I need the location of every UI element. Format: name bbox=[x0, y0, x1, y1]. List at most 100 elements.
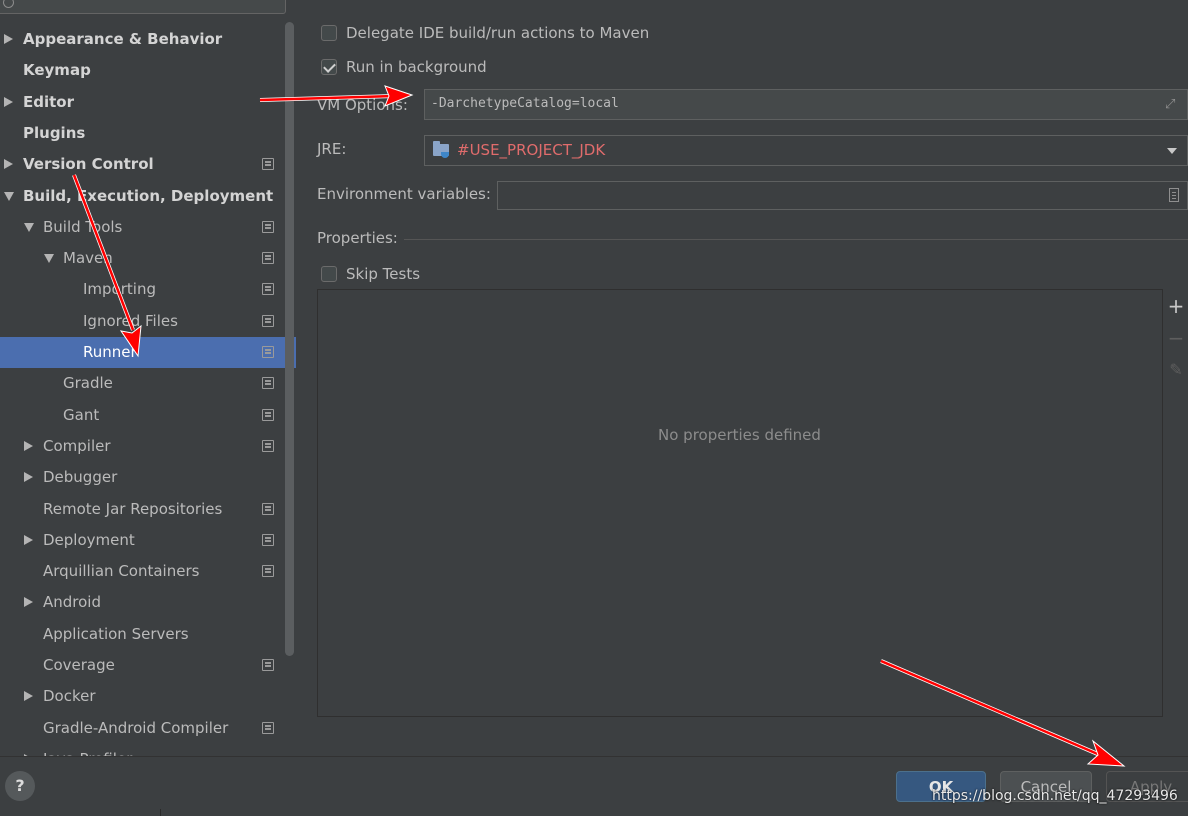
sidebar-item-label: Build Tools bbox=[43, 218, 123, 236]
settings-search-input[interactable] bbox=[0, 0, 286, 14]
pencil-icon[interactable]: ✎ bbox=[1167, 361, 1185, 379]
settings-sidebar: Appearance & Behavior Keymap Editor Plugins… bbox=[0, 0, 296, 756]
vm-options-input[interactable]: -DarchetypeCatalog=local ⤢ bbox=[424, 89, 1188, 120]
search-icon bbox=[3, 0, 14, 8]
document-icon[interactable] bbox=[1169, 188, 1179, 202]
sidebar-item[interactable]: Application Servers bbox=[0, 619, 296, 650]
sidebar-item[interactable]: Gant bbox=[0, 400, 296, 431]
sidebar-item[interactable]: Android bbox=[0, 587, 296, 618]
sidebar-item-label: Deployment bbox=[43, 531, 135, 549]
project-scope-icon bbox=[262, 283, 274, 295]
project-scope-icon bbox=[262, 722, 274, 734]
project-scope-icon bbox=[262, 534, 274, 546]
sidebar-item-label: Remote Jar Repositories bbox=[43, 500, 223, 518]
sidebar-item-label: Arquillian Containers bbox=[43, 562, 200, 580]
skip-tests-checkbox[interactable] bbox=[321, 266, 337, 282]
sidebar-item[interactable]: Deployment bbox=[0, 525, 296, 556]
sidebar-item-label: Application Servers bbox=[43, 625, 189, 643]
sidebar-item-label: Coverage bbox=[43, 656, 115, 674]
collapsed-arrow-icon[interactable] bbox=[24, 691, 33, 701]
sidebar-item[interactable]: Keymap bbox=[0, 55, 296, 86]
collapsed-arrow-icon[interactable] bbox=[4, 159, 13, 169]
sidebar-item[interactable]: Editor bbox=[0, 87, 296, 118]
collapsed-arrow-icon[interactable] bbox=[24, 441, 33, 451]
vm-options-label: VM Options: bbox=[317, 96, 408, 114]
sidebar-item[interactable]: Gradle bbox=[0, 368, 296, 399]
chevron-down-icon[interactable] bbox=[1167, 148, 1177, 154]
sidebar-item[interactable]: Arquillian Containers bbox=[0, 556, 296, 587]
sidebar-item[interactable]: Maven bbox=[0, 243, 296, 274]
project-scope-icon bbox=[262, 503, 274, 515]
help-button[interactable]: ? bbox=[5, 771, 35, 801]
sidebar-item-label: Ignored Files bbox=[83, 312, 178, 330]
sidebar-item-label: Importing bbox=[83, 280, 156, 298]
sidebar-item[interactable]: Importing bbox=[0, 274, 296, 305]
minus-icon[interactable]: − bbox=[1167, 328, 1185, 348]
properties-label: Properties: bbox=[317, 229, 398, 247]
expanded-arrow-icon[interactable] bbox=[4, 192, 14, 201]
sidebar-item-label: Version Control bbox=[23, 155, 154, 173]
project-scope-icon bbox=[262, 221, 274, 233]
sidebar-item[interactable]: Coverage bbox=[0, 650, 296, 681]
watermark-text: https://blog.csdn.net/qq_47293496 bbox=[932, 788, 1178, 804]
sidebar-item[interactable]: Plugins bbox=[0, 118, 296, 149]
properties-table[interactable] bbox=[317, 289, 1163, 717]
sidebar-item[interactable]: Remote Jar Repositories bbox=[0, 494, 296, 525]
sidebar-item-label: Build, Execution, Deployment bbox=[23, 187, 274, 205]
sidebar-item-label: Debugger bbox=[43, 468, 118, 486]
run-in-background-checkbox[interactable] bbox=[321, 59, 337, 75]
sidebar-item-label: Runner bbox=[83, 343, 137, 361]
sidebar-item-label: Keymap bbox=[23, 61, 91, 79]
delegate-checkbox[interactable] bbox=[321, 25, 337, 41]
run-in-background-label: Run in background bbox=[346, 58, 487, 76]
expanded-arrow-icon[interactable] bbox=[24, 223, 34, 232]
sidebar-item[interactable]: Compiler bbox=[0, 431, 296, 462]
env-variables-input[interactable] bbox=[497, 181, 1188, 210]
collapsed-arrow-icon[interactable] bbox=[4, 97, 13, 107]
jre-select[interactable]: #USE_PROJECT_JDK bbox=[424, 135, 1188, 166]
sidebar-item[interactable]: Docker bbox=[0, 681, 296, 712]
expand-icon[interactable]: ⤢ bbox=[1165, 98, 1179, 112]
vm-options-value: -DarchetypeCatalog=local bbox=[431, 96, 619, 111]
env-variables-label: Environment variables: bbox=[317, 185, 491, 203]
sidebar-scrollbar[interactable] bbox=[285, 22, 294, 656]
collapsed-arrow-icon[interactable] bbox=[24, 535, 33, 545]
runner-settings-panel: Delegate IDE build/run actions to Maven … bbox=[296, 0, 1188, 756]
project-scope-icon bbox=[262, 565, 274, 577]
sidebar-item[interactable]: Ignored Files bbox=[0, 306, 296, 337]
empty-properties-message: No properties defined bbox=[658, 426, 821, 444]
jre-value: #USE_PROJECT_JDK bbox=[457, 141, 606, 159]
project-scope-icon bbox=[262, 409, 274, 421]
sidebar-item-label: Gradle-Android Compiler bbox=[43, 719, 229, 737]
dialog-footer: ? OK Cancel Apply https://blog.csdn.net/… bbox=[0, 756, 1188, 816]
sidebar-item[interactable]: Runner bbox=[0, 337, 296, 368]
delegate-label: Delegate IDE build/run actions to Maven bbox=[346, 24, 650, 42]
project-scope-icon bbox=[262, 659, 274, 671]
sidebar-item[interactable]: Java Profiler bbox=[0, 744, 296, 756]
collapsed-arrow-icon[interactable] bbox=[24, 472, 33, 482]
footer-divider bbox=[160, 809, 161, 816]
project-scope-icon bbox=[262, 377, 274, 389]
collapsed-arrow-icon[interactable] bbox=[4, 34, 13, 44]
project-scope-icon bbox=[262, 440, 274, 452]
project-scope-icon bbox=[262, 346, 274, 358]
sidebar-item-label: Appearance & Behavior bbox=[23, 30, 223, 48]
sidebar-item-label: Plugins bbox=[23, 124, 86, 142]
sidebar-item-label: Maven bbox=[63, 249, 113, 267]
sidebar-item-label: Gant bbox=[63, 406, 100, 424]
sidebar-item[interactable]: Appearance & Behavior bbox=[0, 24, 296, 55]
sidebar-item-label: Compiler bbox=[43, 437, 111, 455]
project-scope-icon bbox=[262, 252, 274, 264]
expanded-arrow-icon[interactable] bbox=[44, 254, 54, 263]
sidebar-item-label: Android bbox=[43, 593, 101, 611]
sidebar-item[interactable]: Build Tools bbox=[0, 212, 296, 243]
plus-icon[interactable]: + bbox=[1167, 296, 1185, 316]
sidebar-item[interactable]: Debugger bbox=[0, 462, 296, 493]
skip-tests-label: Skip Tests bbox=[346, 265, 421, 283]
project-scope-icon bbox=[262, 315, 274, 327]
sidebar-item-label: Editor bbox=[23, 93, 74, 111]
collapsed-arrow-icon[interactable] bbox=[24, 597, 33, 607]
sidebar-item[interactable]: Gradle-Android Compiler bbox=[0, 713, 296, 744]
sidebar-item[interactable]: Build, Execution, Deployment bbox=[0, 181, 296, 212]
sidebar-item[interactable]: Version Control bbox=[0, 149, 296, 180]
